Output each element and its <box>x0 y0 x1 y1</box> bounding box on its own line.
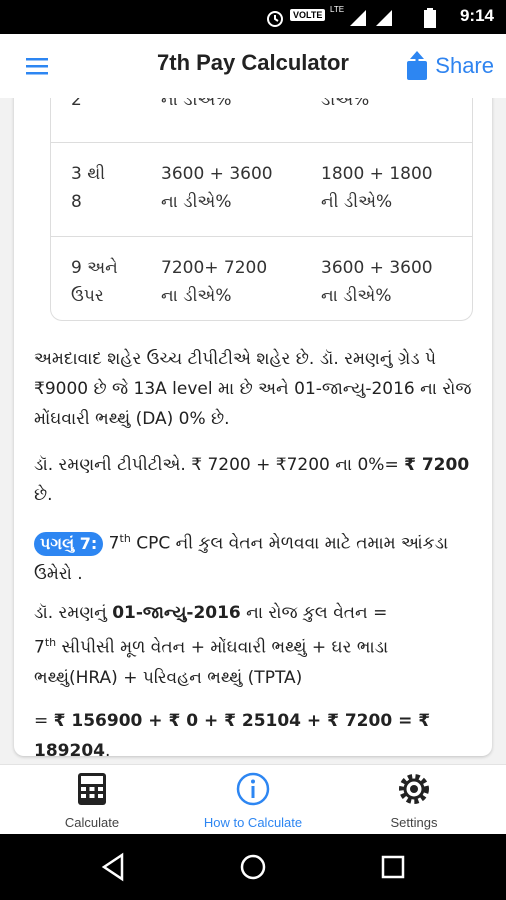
paragraph: ડૉ. રમણનું 01-જાન્યુ-2016 ના રોજ કુલ વેત… <box>34 598 474 628</box>
signal-icon <box>350 10 366 26</box>
bold-text: 01-જાન્યુ-2016 <box>112 603 241 623</box>
step-badge: પગલું 7: <box>34 531 104 556</box>
nav-label: Settings <box>390 815 438 830</box>
table-row: 3 થી 8 3600 + 3600 ના ડીએ% 1800 + 1800 ન… <box>51 142 472 237</box>
superscript: th <box>44 636 57 649</box>
table-row: 2 ના ડીએ% ડીએ% <box>51 98 472 143</box>
bottom-nav: Calculate How to Calculate Settings <box>0 764 506 835</box>
share-icon <box>407 51 428 80</box>
bold-text: ₹ 7200 <box>404 455 470 475</box>
table-cell: 9 અને ઉપર <box>71 258 118 306</box>
step-paragraph: પગલું 7: 7th CPC ની કુલ વેતન મેળવવા માટે… <box>34 524 474 589</box>
nav-label: How to Calculate <box>203 815 303 830</box>
text: ડૉ. રમણની ટીપીટીએ. ₹ 7200 + ₹7200 ના 0%= <box>34 455 399 475</box>
content-card: 2 ના ડીએ% ડીએ% 3 થી 8 3600 + 3600 ના ડીએ… <box>14 98 492 761</box>
recents-icon[interactable] <box>378 852 408 882</box>
gear-icon <box>399 774 429 804</box>
bold-text: ₹ 156900 + ₹ 0 + ₹ 25104 + ₹ 7200 = ₹ 18… <box>34 711 431 761</box>
text: સીપીસી મૂળ વેતન + મોંઘવારી ભથ્થું + ઘર ભ… <box>34 637 389 688</box>
table-cell: 1800 + 1800 ની ડીએ% <box>321 164 433 212</box>
lte-label: LTE <box>330 5 345 14</box>
nav-settings[interactable]: Settings <box>344 771 484 833</box>
text: 7 <box>108 533 120 554</box>
system-nav-bar <box>0 834 506 900</box>
back-icon[interactable] <box>98 852 128 882</box>
share-label: Share <box>435 53 494 78</box>
superscript: th <box>119 532 131 545</box>
content-area[interactable]: 2 ના ડીએ% ડીએ% 3 થી 8 3600 + 3600 ના ડીએ… <box>0 98 506 764</box>
text: છે. <box>34 485 53 505</box>
text: . <box>104 741 111 761</box>
table-cell: 3600 + 3600 ના ડીએ% <box>321 258 433 306</box>
paragraph: ડૉ. રમણની ટીપીટીએ. ₹ 7200 + ₹7200 ના 0%=… <box>34 450 474 510</box>
info-icon <box>236 772 270 806</box>
app-bar: 7th Pay Calculator Share <box>0 34 506 99</box>
text: 7 <box>34 637 45 658</box>
share-button[interactable]: Share <box>405 48 494 84</box>
home-icon[interactable] <box>238 852 268 882</box>
text: ડૉ. રમણનું <box>34 603 107 623</box>
signal-icon <box>376 10 392 26</box>
paragraph: 7th સીપીસી મૂળ વેતન + મોંઘવારી ભથ્થું + … <box>34 628 474 693</box>
table-cell: 3600 + 3600 ના ડીએ% <box>161 164 273 212</box>
battery-icon <box>424 8 436 28</box>
nav-label: Calculate <box>64 815 120 830</box>
nav-how-to-calculate[interactable]: How to Calculate <box>183 771 323 833</box>
table-cell: 2 <box>71 98 82 110</box>
paragraph: અમદાવાદ શહેર ઉચ્ચ ટીપીટીએ શહેર છે. ડૉ. ર… <box>34 349 472 429</box>
table-row: 9 અને ઉપર 7200+ 7200 ના ડીએ% 3600 + 3600… <box>51 236 472 320</box>
pay-table: 2 ના ડીએ% ડીએ% 3 થી 8 3600 + 3600 ના ડીએ… <box>50 98 473 321</box>
volte-badge: VOLTE <box>290 9 326 21</box>
alarm-icon <box>267 11 283 27</box>
formula: = ₹ 156900 + ₹ 0 + ₹ 25104 + ₹ 7200 = ₹ … <box>34 706 474 764</box>
calculator-icon <box>78 773 106 805</box>
table-cell: 7200+ 7200 ના ડીએ% <box>161 258 268 306</box>
text: = <box>34 711 54 731</box>
table-cell: ડીએ% <box>321 98 370 110</box>
table-cell: 3 થી 8 <box>71 164 106 212</box>
clock: 9:14 <box>459 6 494 25</box>
table-cell: ના ડીએ% <box>161 98 232 110</box>
nav-calculate[interactable]: Calculate <box>22 771 162 833</box>
text: ના રોજ કુલ વેતન = <box>246 603 388 623</box>
status-bar: VOLTE LTE 9:14 <box>0 0 506 34</box>
